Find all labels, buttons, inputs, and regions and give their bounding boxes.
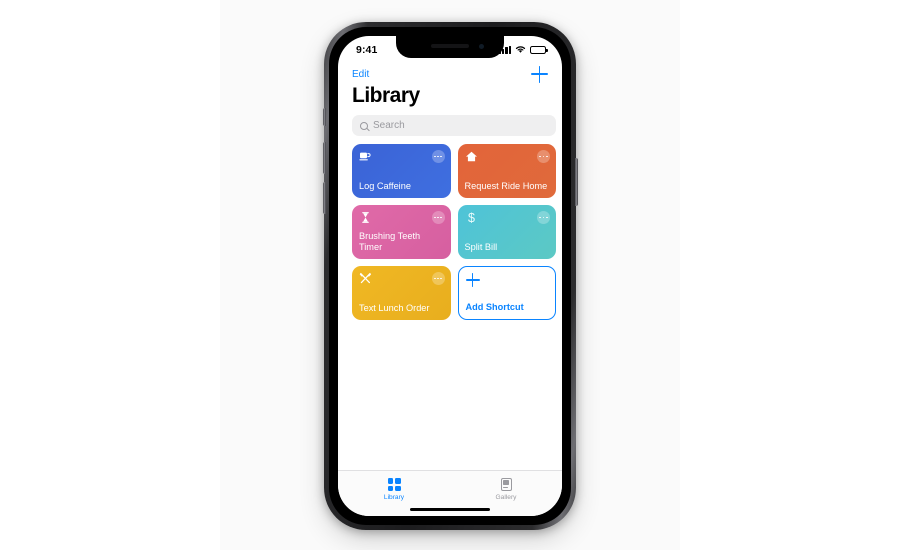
tab-gallery[interactable]: Gallery	[450, 478, 562, 501]
status-bar-clock: 9:41	[356, 43, 378, 56]
more-options-icon[interactable]	[537, 211, 550, 224]
fork-knife-icon	[359, 272, 372, 285]
more-options-icon[interactable]	[431, 150, 445, 163]
screenshot-canvas: 9:41 Edit Library Search Log Caffeine Re…	[0, 0, 900, 550]
svg-text:$: $	[468, 211, 475, 224]
more-options-icon[interactable]	[431, 272, 445, 285]
plus-icon	[465, 273, 480, 287]
shortcut-card-log-caffeine[interactable]: Log Caffeine	[352, 144, 451, 198]
device-screen: 9:41 Edit Library Search Log Caffeine Re…	[338, 36, 562, 516]
front-camera-icon	[479, 44, 484, 49]
power-button[interactable]	[574, 158, 578, 206]
shortcut-card-brushing-teeth-timer[interactable]: Brushing Teeth Timer	[352, 205, 451, 259]
add-shortcut-label: Add Shortcut	[465, 301, 524, 312]
shortcut-title: Text Lunch Order	[359, 302, 430, 313]
navigation-bar: Edit	[338, 62, 562, 86]
silent-switch-button[interactable]	[322, 108, 326, 126]
coffee-cup-icon	[359, 150, 372, 163]
earpiece-speaker-icon	[431, 44, 469, 48]
wifi-icon	[515, 46, 526, 53]
volume-up-button[interactable]	[322, 142, 326, 174]
shortcut-title: Log Caffeine	[359, 180, 411, 191]
more-options-icon[interactable]	[431, 211, 445, 224]
add-shortcut-plus-icon[interactable]	[531, 65, 548, 83]
shortcut-title: Request Ride Home	[464, 180, 548, 191]
gallery-card-icon	[500, 478, 512, 491]
shortcut-title: Brushing Teeth Timer	[359, 230, 421, 252]
hourglass-icon	[359, 211, 372, 224]
battery-icon	[530, 45, 548, 54]
shortcut-card-text-lunch-order[interactable]: Text Lunch Order	[352, 266, 451, 320]
grid-icon	[387, 478, 401, 491]
search-input[interactable]: Search	[352, 115, 556, 136]
search-icon	[360, 121, 368, 130]
shortcut-title: Split Bill	[464, 241, 498, 252]
tab-label: Library	[383, 494, 405, 501]
shortcut-card-split-bill[interactable]: $ Split Bill	[457, 205, 556, 259]
status-bar-indicators	[498, 45, 548, 54]
page-title: Library	[352, 84, 420, 107]
iphone-device-frame: 9:41 Edit Library Search Log Caffeine Re…	[322, 22, 578, 530]
dollar-sign-icon: $	[465, 211, 478, 225]
search-placeholder: Search	[373, 120, 405, 131]
shortcut-card-request-ride-home[interactable]: Request Ride Home	[457, 144, 556, 198]
shortcuts-grid: Log Caffeine Request Ride Home Brushing …	[352, 144, 556, 320]
notch	[396, 36, 504, 58]
home-icon	[465, 150, 478, 163]
home-indicator[interactable]	[410, 507, 490, 511]
device-bezel: 9:41 Edit Library Search Log Caffeine Re…	[329, 27, 571, 525]
volume-down-button[interactable]	[322, 182, 326, 214]
tab-library[interactable]: Library	[338, 478, 450, 501]
tab-label: Gallery	[495, 494, 517, 501]
add-shortcut-card[interactable]: Add Shortcut	[457, 266, 556, 320]
more-options-icon[interactable]	[537, 150, 550, 163]
edit-button[interactable]: Edit	[352, 69, 369, 80]
